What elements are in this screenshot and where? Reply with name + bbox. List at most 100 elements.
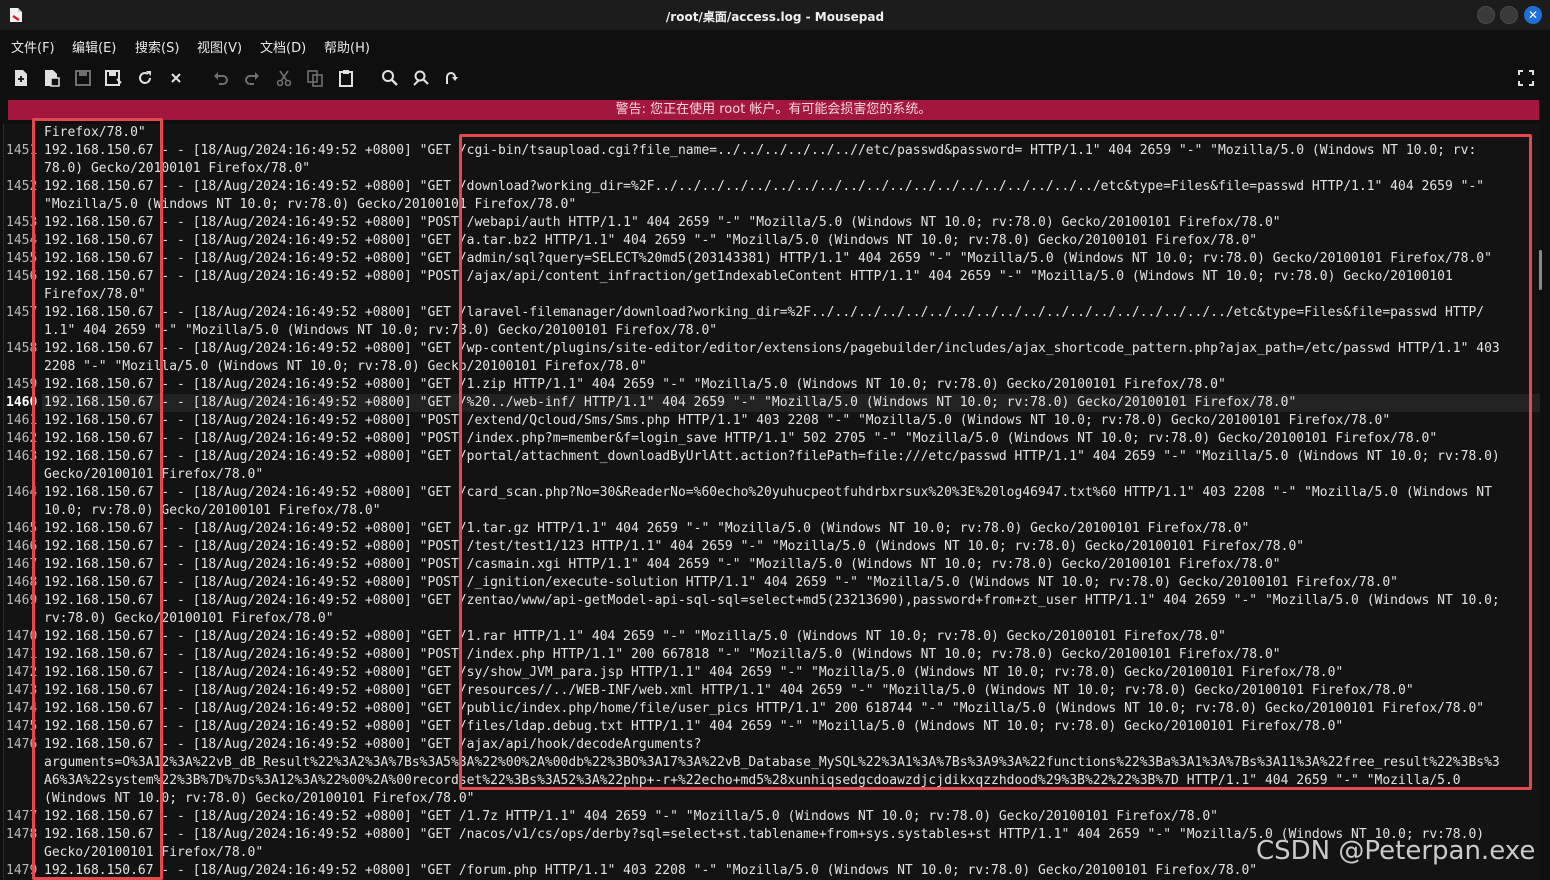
log-line-text[interactable]: 192.168.150.67 - - [18/Aug/2024:16:49:52… <box>44 340 1500 358</box>
log-line-text[interactable]: 1.1" 404 2659 "-" "Mozilla/5.0 (Windows … <box>44 322 717 340</box>
reload-icon[interactable] <box>135 68 155 88</box>
go-to-line-icon[interactable] <box>442 68 462 88</box>
line-number: 1471 <box>6 647 38 662</box>
log-line-text[interactable]: 192.168.150.67 - - [18/Aug/2024:16:49:52… <box>44 574 1398 592</box>
menu-search[interactable]: 搜索(S) <box>135 37 179 56</box>
line-number: 1457 <box>6 305 38 320</box>
log-line-text[interactable]: 192.168.150.67 - - [18/Aug/2024:16:49:52… <box>44 178 1484 196</box>
log-line-text[interactable]: 192.168.150.67 - - [18/Aug/2024:16:49:52… <box>44 232 1257 250</box>
log-line-text[interactable]: 192.168.150.67 - - [18/Aug/2024:16:49:52… <box>44 862 1257 880</box>
log-line-text[interactable]: 192.168.150.67 - - [18/Aug/2024:16:49:52… <box>44 736 701 754</box>
menu-edit[interactable]: 编辑(E) <box>72 37 116 56</box>
log-line-text[interactable]: 192.168.150.67 - - [18/Aug/2024:16:49:52… <box>44 412 1390 430</box>
new-document-icon[interactable] <box>11 68 31 88</box>
log-line-text[interactable]: 192.168.150.67 - - [18/Aug/2024:16:49:52… <box>44 484 1492 502</box>
log-line-text[interactable]: arguments=O%3A12%3A%22vB_dB_Result%22%3A… <box>44 754 1500 772</box>
menu-view[interactable]: 视图(V) <box>197 37 242 56</box>
cut-icon[interactable] <box>274 68 294 88</box>
undo-icon[interactable] <box>211 68 231 88</box>
log-line-text[interactable]: 192.168.150.67 - - [18/Aug/2024:16:49:52… <box>44 376 1226 394</box>
log-line-text[interactable]: 78.0) Gecko/20100101 Firefox/78.0" <box>44 160 310 178</box>
close-window-button[interactable]: ✕ <box>1524 6 1542 24</box>
line-number: 1462 <box>6 431 38 446</box>
log-line-text[interactable]: 192.168.150.67 - - [18/Aug/2024:16:49:52… <box>44 646 1281 664</box>
copy-icon[interactable] <box>305 68 325 88</box>
log-line-text[interactable]: Gecko/20100101 Firefox/78.0" <box>44 466 263 484</box>
log-line-text[interactable]: 192.168.150.67 - - [18/Aug/2024:16:49:52… <box>44 430 1437 448</box>
line-number: 1465 <box>6 521 38 536</box>
save-icon[interactable] <box>73 68 93 88</box>
log-line-text[interactable]: 192.168.150.67 - - [18/Aug/2024:16:49:52… <box>44 592 1500 610</box>
log-line-text[interactable]: 192.168.150.67 - - [18/Aug/2024:16:49:52… <box>44 628 1226 646</box>
maximize-button[interactable] <box>1500 6 1518 24</box>
log-line-text[interactable]: 192.168.150.67 - - [18/Aug/2024:16:49:52… <box>44 538 1304 556</box>
log-line-text[interactable]: Gecko/20100101 Firefox/78.0" <box>44 844 263 862</box>
line-number: 1469 <box>6 593 38 608</box>
find-replace-icon[interactable] <box>411 68 431 88</box>
log-line-text[interactable]: 10.0; rv:78.0) Gecko/20100101 Firefox/78… <box>44 502 381 520</box>
line-number: 1473 <box>6 683 38 698</box>
line-number: 1455 <box>6 251 38 266</box>
log-line-text[interactable]: 192.168.150.67 - - [18/Aug/2024:16:49:52… <box>44 718 1343 736</box>
new-window-icon[interactable] <box>42 68 62 88</box>
line-number: 1461 <box>6 413 38 428</box>
line-number: 1467 <box>6 557 38 572</box>
log-line-text[interactable]: 192.168.150.67 - - [18/Aug/2024:16:49:52… <box>44 268 1453 286</box>
line-number: 1478 <box>6 827 38 842</box>
menu-file[interactable]: 文件(F) <box>11 37 55 56</box>
log-line-text[interactable]: Firefox/78.0" <box>44 286 146 304</box>
log-line-text[interactable]: "Mozilla/5.0 (Windows NT 10.0; rv:78.0) … <box>44 196 576 214</box>
log-line-text[interactable]: 192.168.150.67 - - [18/Aug/2024:16:49:52… <box>44 448 1500 466</box>
line-number: 1458 <box>6 341 38 356</box>
find-icon[interactable] <box>380 68 400 88</box>
redo-icon[interactable] <box>242 68 262 88</box>
line-number: 1477 <box>6 809 38 824</box>
log-line-text[interactable]: 192.168.150.67 - - [18/Aug/2024:16:49:52… <box>44 250 1492 268</box>
log-line-text[interactable]: 192.168.150.67 - - [18/Aug/2024:16:49:52… <box>44 142 1476 160</box>
minimize-button[interactable] <box>1477 6 1495 24</box>
log-line-text[interactable]: 192.168.150.67 - - [18/Aug/2024:16:49:52… <box>44 556 1281 574</box>
line-number: 1451 <box>6 143 38 158</box>
menu-help[interactable]: 帮助(H) <box>324 37 370 56</box>
save-as-icon[interactable] <box>104 68 124 88</box>
paste-icon[interactable] <box>336 68 356 88</box>
close-tab-icon[interactable] <box>166 68 186 88</box>
line-number: 1452 <box>6 179 38 194</box>
line-number: 1463 <box>6 449 38 464</box>
menu-bar: 文件(F) 编辑(E) 搜索(S) 视图(V) 文档(D) 帮助(H) <box>0 32 1550 58</box>
menu-document[interactable]: 文档(D) <box>260 37 306 56</box>
log-line-text[interactable]: Firefox/78.0" <box>44 124 146 142</box>
title-bar: /root/桌面/access.log - Mousepad ✕ <box>0 0 1550 30</box>
line-number: 1470 <box>6 629 38 644</box>
fullscreen-icon[interactable] <box>1516 68 1536 88</box>
text-editor[interactable]: Firefox/78.0" 1451 192.168.150.67 - - [18/… <box>3 124 1540 880</box>
log-line-text[interactable]: 192.168.150.67 - - [18/Aug/2024:16:49:52… <box>44 700 1484 718</box>
line-number: 1474 <box>6 701 38 716</box>
line-number: 1456 <box>6 269 38 284</box>
watermark: CSDN @Peterpan.exe <box>1256 836 1536 866</box>
root-warning-bar: 警告: 您正在使用 root 帐户。有可能会损害您的系统。 <box>8 100 1539 120</box>
log-line-text[interactable]: 192.168.150.67 - - [18/Aug/2024:16:49:52… <box>44 664 1343 682</box>
log-line-text[interactable]: 192.168.150.67 - - [18/Aug/2024:16:49:52… <box>44 808 1218 826</box>
line-number: 1460 <box>6 395 38 410</box>
line-number: 1466 <box>6 539 38 554</box>
log-line-text[interactable]: 192.168.150.67 - - [18/Aug/2024:16:49:52… <box>44 214 1281 232</box>
log-line-text[interactable]: (Windows NT 10.0; rv:78.0) Gecko/2010010… <box>44 790 474 808</box>
window-title: /root/桌面/access.log - Mousepad <box>665 10 885 24</box>
line-number: 1464 <box>6 485 38 500</box>
vertical-scrollbar[interactable] <box>1539 250 1542 290</box>
log-line-text[interactable]: 2208 "-" "Mozilla/5.0 (Windows NT 10.0; … <box>44 358 647 376</box>
log-line-text[interactable]: 192.168.150.67 - - [18/Aug/2024:16:49:52… <box>44 682 1414 700</box>
line-number: 1476 <box>6 737 38 752</box>
line-number: 1453 <box>6 215 38 230</box>
log-line-text[interactable]: A6%3A%22system%22%3B%7D%7Ds%3A12%3A%22%0… <box>44 772 1461 790</box>
line-number: 1468 <box>6 575 38 590</box>
line-number: 1472 <box>6 665 38 680</box>
log-line-text[interactable]: 192.168.150.67 - - [18/Aug/2024:16:49:52… <box>44 304 1484 322</box>
log-line-text[interactable]: 192.168.150.67 - - [18/Aug/2024:16:49:52… <box>44 520 1249 538</box>
line-number: 1454 <box>6 233 38 248</box>
toolbar <box>0 62 1550 94</box>
log-line-text[interactable]: rv:78.0) Gecko/20100101 Firefox/78.0" <box>44 610 334 628</box>
log-line-text[interactable]: 192.168.150.67 - - [18/Aug/2024:16:49:52… <box>44 394 1296 412</box>
line-number: 1475 <box>6 719 38 734</box>
